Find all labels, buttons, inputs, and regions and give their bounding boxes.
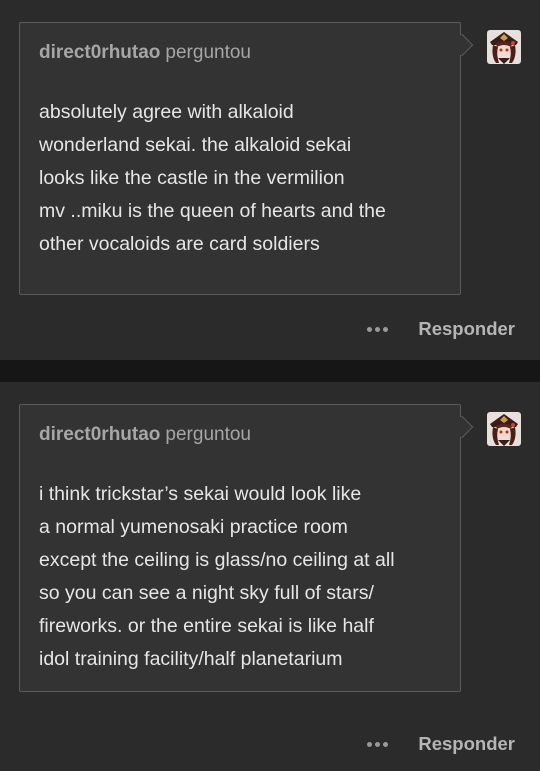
bubble-tail (450, 33, 474, 57)
ask-bubble: direct0rhutao perguntou absolutely agree … (19, 22, 474, 295)
reply-button[interactable]: Responder (418, 733, 515, 755)
reply-button[interactable]: Responder (418, 318, 515, 340)
more-options-icon[interactable] (367, 326, 389, 332)
dot (367, 741, 373, 747)
ask-verb: perguntou (165, 424, 251, 445)
ask-post: direct0rhutao perguntou absolutely agree … (0, 0, 540, 360)
ask-question-text: absolutely agree with alkaloid wonderlan… (39, 101, 386, 255)
post-actions: Responder (367, 317, 515, 341)
asker-username[interactable]: direct0rhutao (39, 424, 160, 445)
post-actions: Responder (367, 732, 515, 756)
asker-username[interactable]: direct0rhutao (39, 42, 160, 63)
ask-header: direct0rhutao perguntou (39, 42, 251, 64)
dot (375, 326, 381, 332)
more-options-icon[interactable] (367, 741, 389, 747)
dot (375, 741, 381, 747)
ask-bubble: direct0rhutao perguntou i think trickstar… (19, 404, 474, 692)
ask-header: direct0rhutao perguntou (39, 424, 251, 446)
dot (367, 326, 373, 332)
bubble-tail (450, 415, 474, 439)
dot (383, 326, 389, 332)
ask-verb: perguntou (165, 42, 251, 63)
dot (383, 741, 389, 747)
avatar-icon[interactable] (487, 412, 521, 446)
avatar-icon[interactable] (487, 30, 521, 64)
ask-question-text: i think trickstar’s sekai would look lik… (39, 483, 395, 670)
ask-post: direct0rhutao perguntou i think trickstar… (0, 382, 540, 771)
